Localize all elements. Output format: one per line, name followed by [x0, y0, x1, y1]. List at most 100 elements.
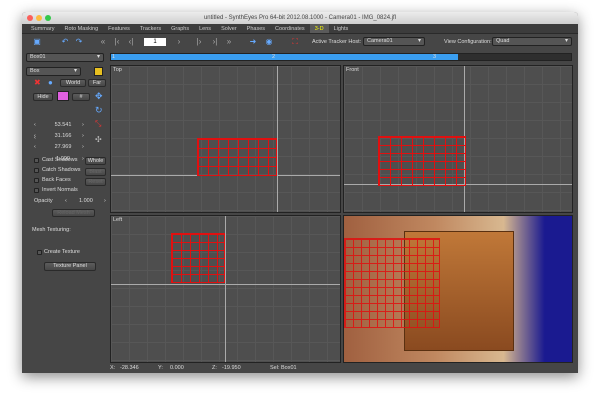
opacity-increment[interactable]: ›: [104, 198, 106, 204]
hash-button[interactable]: #: [72, 93, 90, 101]
redo-icon[interactable]: ↷: [74, 37, 84, 47]
tab-features[interactable]: Features: [103, 24, 135, 33]
blast-button[interactable]: Blast: [85, 168, 106, 176]
pivot-icon[interactable]: ✣: [95, 135, 102, 144]
viewport-front[interactable]: Front: [343, 65, 573, 213]
move-icon[interactable]: ✥: [95, 91, 103, 102]
tab-phases[interactable]: Phases: [242, 24, 270, 33]
prev-frame-icon[interactable]: ‹|: [126, 37, 136, 47]
fast-forward-icon[interactable]: »: [224, 37, 234, 47]
timeline-marker: 3: [433, 54, 437, 60]
transform-value[interactable]: 31.166: [49, 133, 77, 139]
shape-select[interactable]: Box: [26, 67, 81, 76]
box-mesh[interactable]: [197, 138, 277, 176]
toolbar: ▣ ↶ ↷ « |‹ ‹| 1 › |› ›| » ➜ ◉ ⛶ Active T…: [22, 34, 578, 50]
3d-panel: Box ✖ ● World Far Hide # ✥ ↻ ⤡ ✣ ‹ 53.541…: [24, 64, 108, 364]
close-button[interactable]: [27, 15, 33, 21]
transform-value[interactable]: 53.541: [49, 122, 77, 128]
box-mesh[interactable]: [344, 238, 440, 328]
camera-icon[interactable]: ◉: [264, 37, 274, 47]
status-bar: X: -28.346 Y: 0.000 Z: -19.950 Sel: Box0…: [108, 363, 578, 373]
opacity-label: Opacity: [34, 198, 53, 204]
room-tabs: Summary Roto Masking Features Trackers Graph…: [22, 24, 578, 34]
box-mesh[interactable]: [378, 136, 466, 186]
create-texture-checkbox[interactable]: [37, 250, 42, 255]
frame-all-icon[interactable]: ⛶: [290, 37, 300, 47]
tab-solver[interactable]: Solver: [216, 24, 242, 33]
tab-roto-masking[interactable]: Roto Masking: [60, 24, 104, 33]
tab-3-d[interactable]: 3-D: [309, 24, 329, 33]
view-configuration-label: View Configuration:: [444, 39, 492, 45]
lock-icon[interactable]: ●: [48, 78, 53, 87]
z-label: Z:: [212, 365, 217, 371]
world-button[interactable]: World: [60, 79, 86, 87]
increment-arrow[interactable]: ›: [82, 133, 84, 139]
decrement-arrow[interactable]: ‹: [34, 122, 36, 128]
viewport-top[interactable]: Top: [110, 65, 341, 213]
reload-mesh-button[interactable]: Reload Mesh: [52, 209, 95, 217]
create-texture-label: Create Texture: [44, 249, 80, 255]
active-tracker-host-label: Active Tracker Host:: [312, 39, 362, 45]
x-value: -28.346: [120, 365, 139, 371]
increment-arrow[interactable]: ›: [82, 156, 84, 162]
color-swatch[interactable]: [57, 91, 69, 101]
delete-icon[interactable]: ✖: [34, 78, 41, 87]
tab-lights[interactable]: Lights: [329, 24, 354, 33]
object-select[interactable]: Box01: [26, 53, 104, 62]
tab-coordinates[interactable]: Coordinates: [270, 24, 310, 33]
window-title: untitled - SynthEyes Pro 64-bit 2012.08.…: [203, 15, 397, 21]
last-frame-icon[interactable]: ›|: [210, 37, 220, 47]
viewport-left[interactable]: Left: [110, 215, 341, 363]
viewport-left-label: Left: [113, 217, 123, 223]
zoom-button[interactable]: [45, 15, 51, 21]
scale-icon[interactable]: ⤡: [95, 119, 101, 129]
tab-summary[interactable]: Summary: [26, 24, 60, 33]
minimize-button[interactable]: [36, 15, 42, 21]
y-value: 0.000: [170, 365, 184, 371]
viewport-top-label: Top: [113, 67, 122, 73]
arrow-right-icon[interactable]: ➜: [248, 37, 258, 47]
cast-shadows-checkbox[interactable]: [34, 158, 39, 163]
first-frame-icon[interactable]: |‹: [112, 37, 122, 47]
back-faces-checkbox[interactable]: [34, 178, 39, 183]
frame-field[interactable]: 1: [144, 38, 166, 46]
mesh-texturing-label: Mesh Texturing:: [32, 227, 71, 233]
rewind-icon[interactable]: «: [98, 37, 108, 47]
timeline[interactable]: 1 2 3: [110, 53, 572, 61]
next-frame-icon[interactable]: |›: [194, 37, 204, 47]
x-label: X:: [110, 365, 116, 371]
play-icon[interactable]: ›: [174, 37, 184, 47]
active-tracker-host-select[interactable]: Camera01: [363, 37, 425, 46]
box-mesh[interactable]: [171, 233, 225, 283]
opacity-decrement[interactable]: ‹: [65, 198, 67, 204]
decrement-arrow[interactable]: ‹: [34, 135, 36, 141]
rotate-icon[interactable]: ↻: [95, 105, 103, 116]
tab-graphs[interactable]: Graphs: [166, 24, 194, 33]
viewport-camera[interactable]: [343, 215, 573, 363]
viewport-front-label: Front: [346, 67, 359, 73]
far-button[interactable]: Far: [88, 79, 106, 87]
decrement-arrow[interactable]: ‹: [34, 144, 36, 150]
undo-icon[interactable]: ↶: [60, 37, 70, 47]
increment-arrow[interactable]: ›: [82, 144, 84, 150]
timeline-start: 1: [112, 54, 116, 60]
title-bar: untitled - SynthEyes Pro 64-bit 2012.08.…: [22, 12, 578, 24]
lasso-icon[interactable]: [94, 67, 103, 76]
catch-shadows-label: Catch Shadows: [42, 167, 81, 173]
texture-panel-button[interactable]: Texture Panel: [44, 262, 96, 271]
reset-button[interactable]: Reset: [85, 178, 106, 186]
invert-normals-checkbox[interactable]: [34, 188, 39, 193]
increment-arrow[interactable]: ›: [82, 122, 84, 128]
save-icon[interactable]: ▣: [32, 37, 42, 47]
tab-trackers[interactable]: Trackers: [135, 24, 166, 33]
hide-button[interactable]: Hide: [33, 93, 53, 101]
y-label: Y:: [158, 365, 163, 371]
whole-button[interactable]: Whole: [85, 157, 106, 165]
view-configuration-select[interactable]: Quad: [492, 37, 572, 46]
opacity-value[interactable]: 1.000: [79, 198, 93, 204]
selection: Sel: Box01: [270, 365, 297, 371]
tab-lens[interactable]: Lens: [194, 24, 216, 33]
transform-value[interactable]: 27.969: [49, 144, 77, 150]
catch-shadows-checkbox[interactable]: [34, 168, 39, 173]
app-window: untitled - SynthEyes Pro 64-bit 2012.08.…: [22, 12, 578, 373]
